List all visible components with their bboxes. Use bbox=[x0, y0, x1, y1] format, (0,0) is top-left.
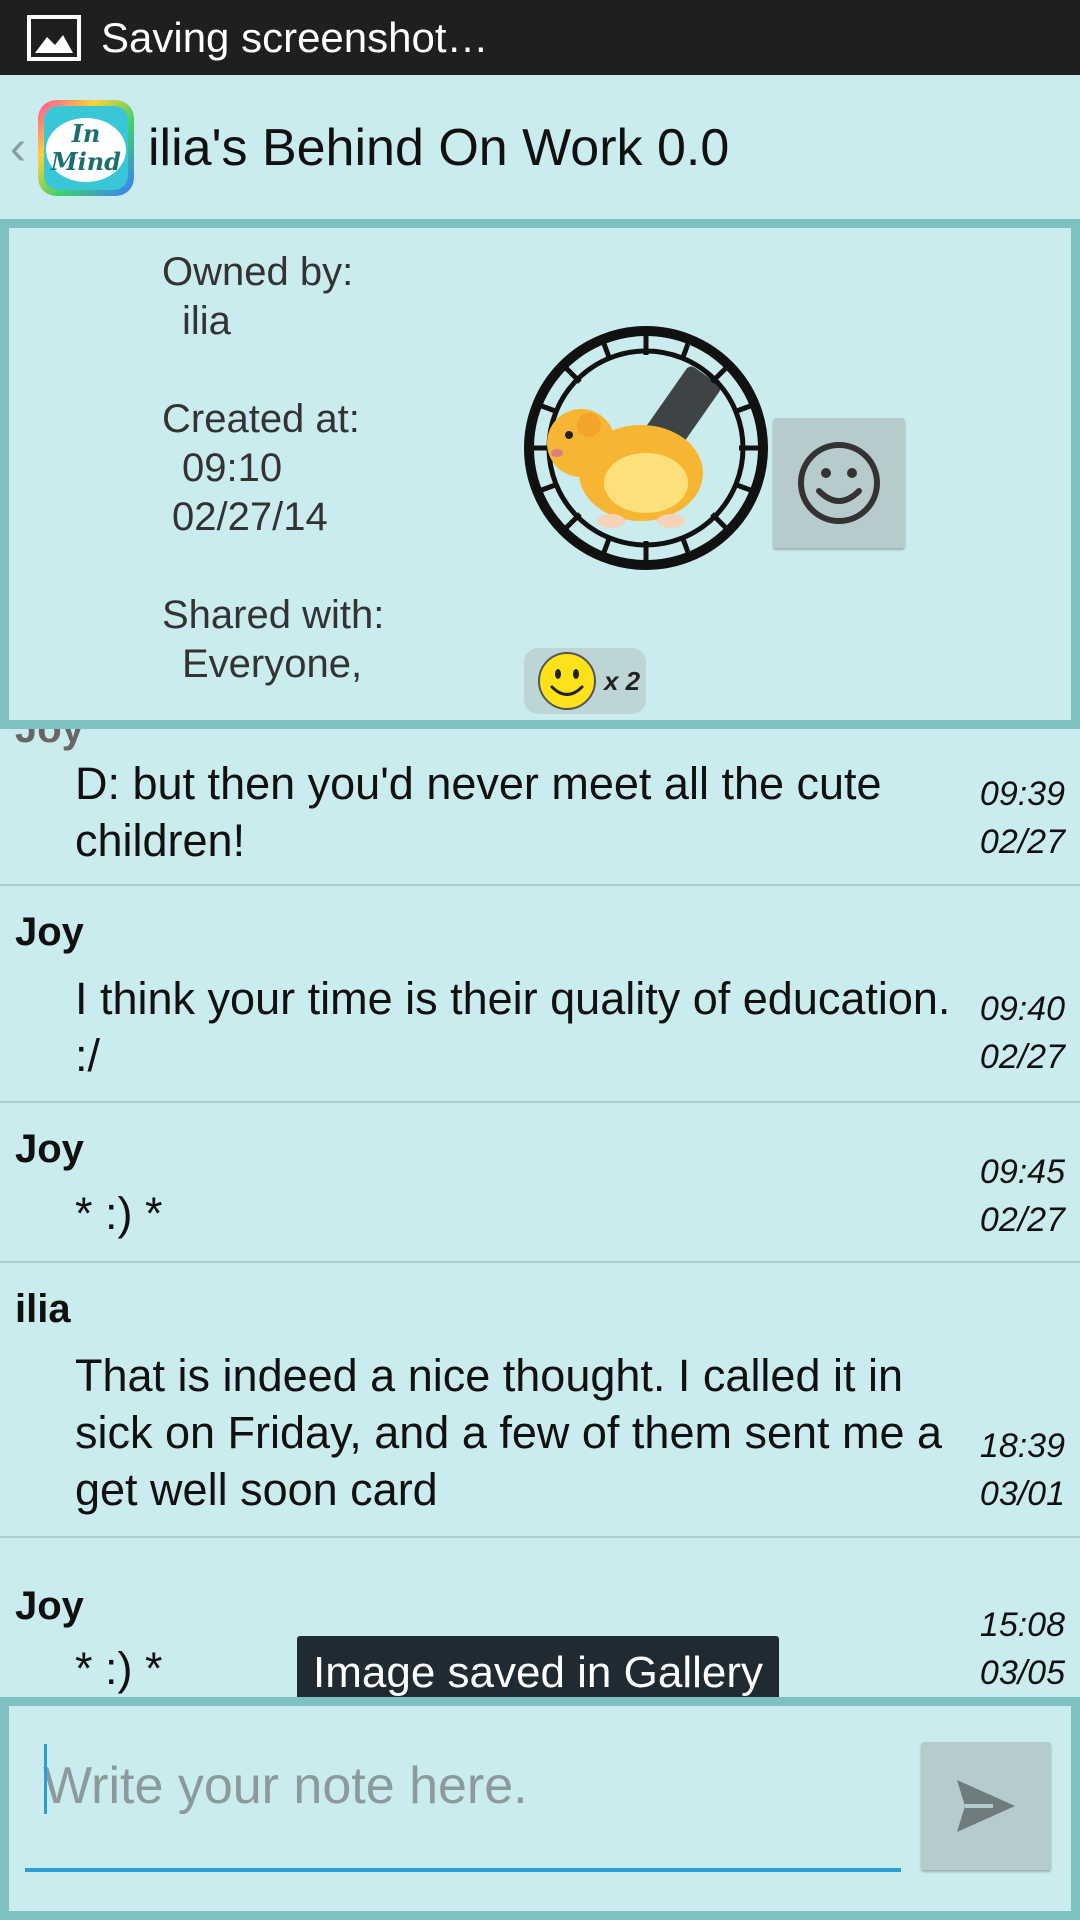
message-date: 02/27 bbox=[979, 1201, 1065, 1239]
add-reaction-button[interactable] bbox=[773, 418, 905, 548]
page-title: ilia's Behind On Work 0.0 bbox=[148, 119, 730, 177]
reaction-count: x 2 bbox=[604, 665, 641, 696]
note-composer bbox=[0, 1697, 1080, 1920]
message-author: Joy bbox=[15, 1584, 84, 1628]
created-at-label: Created at: bbox=[162, 397, 360, 441]
message-author: Joy bbox=[15, 910, 84, 954]
owner-value: ilia bbox=[182, 299, 231, 343]
smiley-icon bbox=[798, 442, 880, 524]
message-time: 09:39 bbox=[979, 775, 1065, 813]
message-text: I think your time is their quality of ed… bbox=[75, 973, 951, 1081]
gallery-icon bbox=[27, 14, 81, 61]
info-details: Owned by: ilia Created at: 09:10 02/27/1… bbox=[162, 248, 384, 689]
hamster-wheel-image bbox=[521, 323, 771, 573]
shared-with-value: Everyone, bbox=[182, 642, 363, 686]
owned-by-label: Owned by: bbox=[162, 250, 354, 294]
shared-with-label: Shared with: bbox=[162, 593, 385, 637]
list-item: ilia That is indeed a nice thought. I ca… bbox=[0, 1263, 1080, 1538]
reaction-count-badge[interactable]: x 2 bbox=[524, 648, 646, 714]
message-date: 03/01 bbox=[979, 1475, 1065, 1513]
svg-text:Mind: Mind bbox=[50, 147, 121, 176]
svg-text:In: In bbox=[71, 119, 101, 148]
message-author: Joy bbox=[15, 1127, 84, 1171]
info-panel: Owned by: ilia Created at: 09:10 02/27/1… bbox=[0, 219, 1080, 729]
message-text: That is indeed a nice thought. I called … bbox=[75, 1350, 943, 1515]
app-logo[interactable]: In Mind bbox=[38, 100, 134, 196]
message-time: 18:39 bbox=[979, 1427, 1065, 1465]
status-bar: Saving screenshot… bbox=[0, 0, 1080, 75]
list-item: Joy D: but then you'd never meet all the… bbox=[0, 729, 1080, 886]
message-date: 02/27 bbox=[979, 1038, 1065, 1076]
message-author: ilia bbox=[15, 1287, 71, 1331]
message-time: 09:45 bbox=[979, 1153, 1065, 1191]
status-text: Saving screenshot… bbox=[101, 13, 489, 61]
note-input[interactable] bbox=[25, 1744, 901, 1872]
list-item: Joy * :) * 09:45 02/27 bbox=[0, 1103, 1080, 1263]
message-list[interactable]: Joy D: but then you'd never meet all the… bbox=[0, 729, 1080, 1697]
message-author: Joy bbox=[15, 729, 84, 751]
message-time: 09:40 bbox=[979, 990, 1065, 1028]
message-text: * :) * bbox=[75, 1188, 163, 1239]
message-text: D: but then you'd never meet all the cut… bbox=[75, 758, 882, 866]
back-chevron-icon[interactable]: ‹ bbox=[10, 121, 36, 176]
yellow-smiley-icon bbox=[538, 652, 596, 710]
list-item: Joy I think your time is their quality o… bbox=[0, 886, 1080, 1103]
send-button[interactable] bbox=[921, 1742, 1051, 1870]
created-time-value: 09:10 bbox=[182, 446, 283, 490]
message-time: 15:08 bbox=[979, 1606, 1065, 1644]
send-icon bbox=[957, 1780, 1015, 1832]
action-bar: ‹ In Mind ilia's Behind On Work 0.0 bbox=[0, 75, 1080, 221]
message-date: 02/27 bbox=[979, 823, 1065, 861]
created-date-value: 02/27/14 bbox=[172, 495, 328, 539]
message-date: 03/05 bbox=[979, 1654, 1065, 1692]
text-cursor bbox=[44, 1744, 47, 1814]
